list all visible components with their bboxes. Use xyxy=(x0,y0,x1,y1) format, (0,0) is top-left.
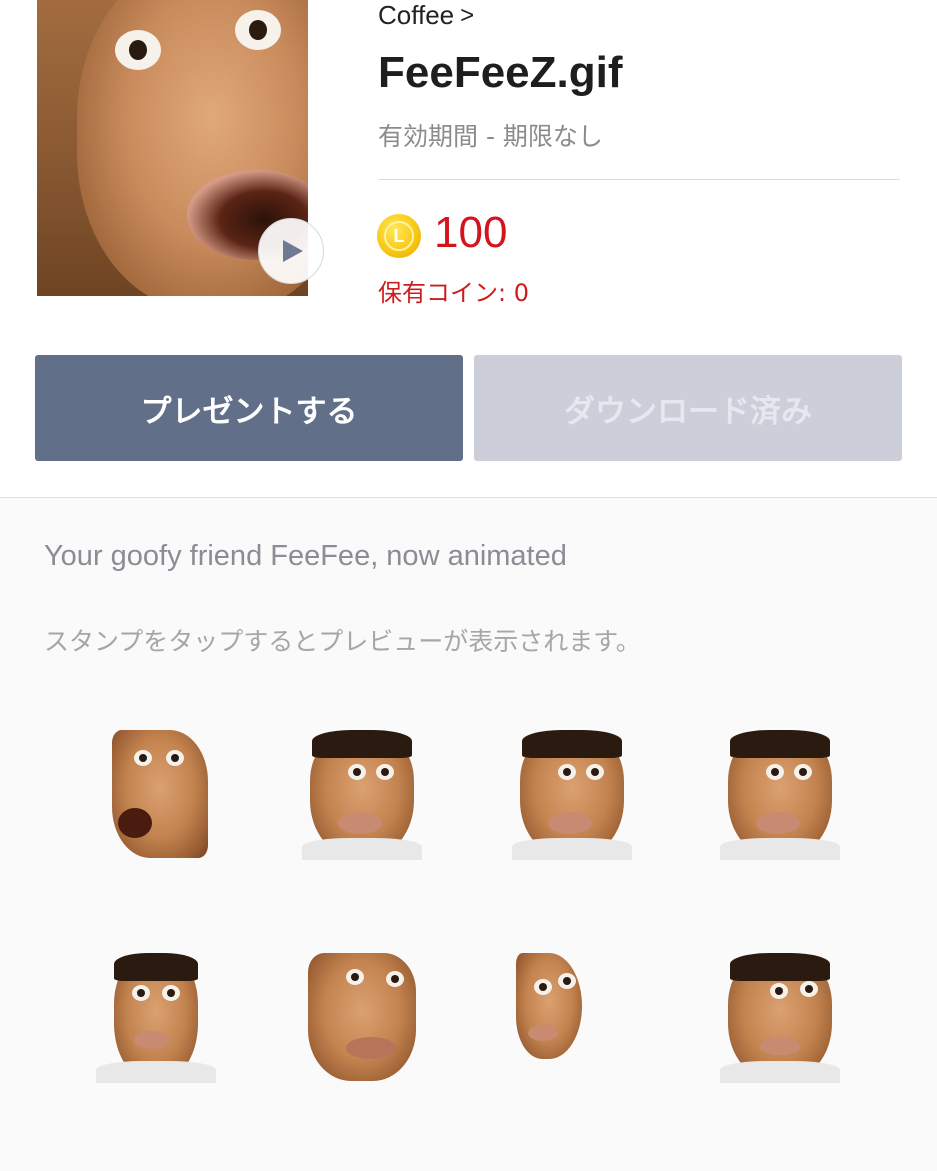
line-coin-icon: L xyxy=(377,214,421,258)
author-name: Coffee xyxy=(378,0,455,30)
gift-button[interactable]: プレゼントする xyxy=(35,355,463,461)
author-link[interactable]: Coffee > xyxy=(378,0,474,31)
sticker-item-8[interactable] xyxy=(720,953,840,1083)
divider xyxy=(378,179,900,180)
cover-eye-right xyxy=(235,10,281,50)
product-header: Coffee > FeeFeeZ.gif 有効期間 - 期限なし L 100 保… xyxy=(0,0,937,497)
sticker-item-4[interactable] xyxy=(720,730,840,860)
cover-eye-left xyxy=(115,30,161,70)
price: 100 xyxy=(434,208,508,257)
sticker-item-3[interactable] xyxy=(512,730,632,860)
sticker-item-7[interactable] xyxy=(512,953,632,1083)
product-title: FeeFeeZ.gif xyxy=(378,48,623,97)
description: Your goofy friend FeeFee, now animated xyxy=(44,540,567,572)
validity-text: 有効期間 - 期限なし xyxy=(378,122,603,151)
chevron-right-icon: > xyxy=(460,1,475,29)
sticker-item-2[interactable] xyxy=(302,730,422,860)
preview-hint: スタンプをタップするとプレビューが表示されます。 xyxy=(44,627,641,656)
sticker-item-1[interactable] xyxy=(96,730,216,860)
owned-coins: 保有コイン: 0 xyxy=(378,279,529,307)
play-icon[interactable] xyxy=(258,218,324,284)
sticker-item-5[interactable] xyxy=(96,953,216,1083)
sticker-item-6[interactable] xyxy=(302,953,422,1083)
downloaded-button: ダウンロード済み xyxy=(474,355,902,461)
